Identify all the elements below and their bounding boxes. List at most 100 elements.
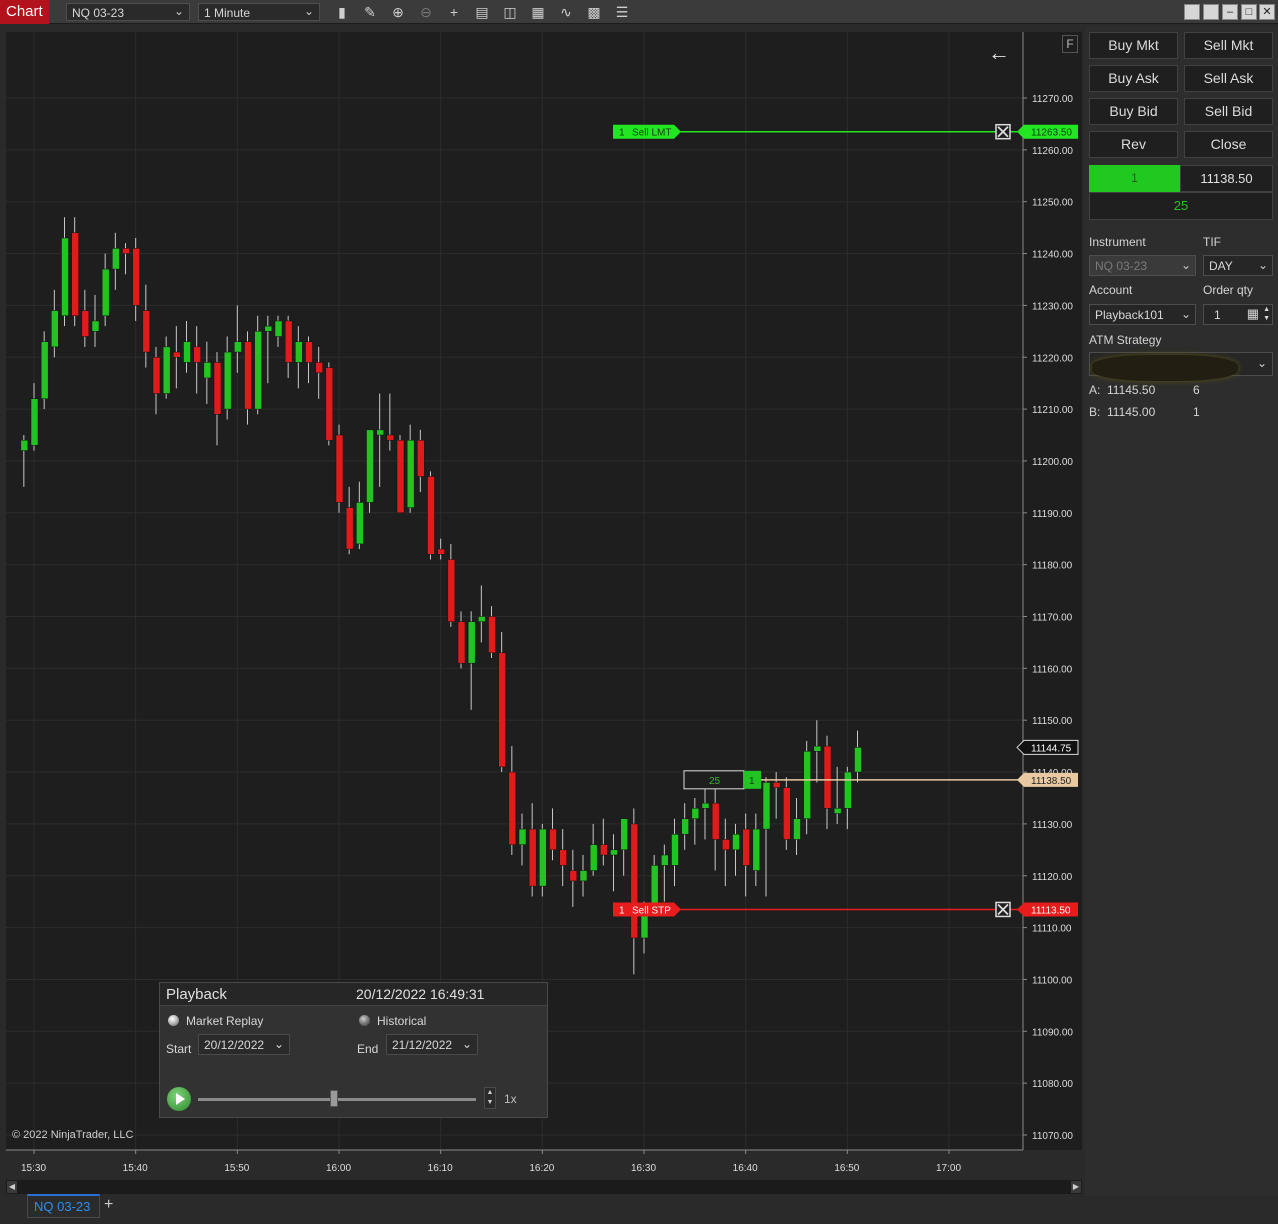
candle-up	[620, 818, 628, 851]
candle-up	[30, 398, 39, 446]
reverse-button[interactable]: Rev	[1089, 131, 1178, 158]
price-tick-label: 11100.00	[1032, 975, 1073, 986]
order-qty-input[interactable]: 1 ▦ ▲ ▼	[1203, 304, 1273, 325]
buy-bid-button[interactable]: Buy Bid	[1089, 98, 1178, 125]
position-pnl: 25	[709, 776, 721, 787]
tab-nq-03-23[interactable]: NQ 03-23	[27, 1194, 100, 1218]
chart-trader-icon[interactable]: ◫	[500, 3, 520, 21]
price-tick-label: 11240.00	[1032, 250, 1073, 261]
buy-mkt-button[interactable]: Buy Mkt	[1089, 32, 1178, 59]
sell-stp-order-price: 11113.50	[1031, 905, 1071, 916]
candle-down	[173, 351, 181, 358]
scroll-left-icon[interactable]: ◀	[7, 1181, 17, 1193]
zoom-in-icon[interactable]: ⊕	[388, 3, 408, 21]
playback-title: Playback	[166, 986, 227, 1003]
account-label: Account	[1089, 283, 1133, 297]
price-tick-label: 11070.00	[1032, 1131, 1073, 1142]
sell-ask-button[interactable]: Sell Ask	[1184, 65, 1273, 92]
price-tick-label: 11080.00	[1032, 1079, 1073, 1090]
minimize-icon[interactable]: –	[1222, 4, 1238, 20]
sell-mkt-button[interactable]: Sell Mkt	[1184, 32, 1273, 59]
candle-down	[508, 771, 517, 845]
candle-up	[264, 325, 273, 332]
zoom-out-icon[interactable]: ⊖	[416, 3, 436, 21]
start-date-value: 20/12/2022	[204, 1038, 265, 1052]
candle-down	[122, 248, 130, 254]
crosshair-icon[interactable]: +	[444, 3, 464, 21]
close-position-button[interactable]: Close	[1184, 131, 1273, 158]
close-icon[interactable]: ✕	[1259, 4, 1275, 20]
buy-ask-button[interactable]: Buy Ask	[1089, 65, 1178, 92]
interval-selector[interactable]: 1 Minute ⌄	[198, 3, 320, 21]
window-option-icon[interactable]	[1184, 4, 1200, 20]
ask-price: 11145.50	[1107, 383, 1156, 397]
tif-select-value: DAY	[1209, 259, 1233, 273]
properties-icon[interactable]: ☰	[612, 3, 632, 21]
chevron-down-icon: ⌄	[1256, 356, 1267, 370]
chart-scrollbar[interactable]	[6, 1180, 1082, 1194]
scroll-right-icon[interactable]: ▶	[1071, 1181, 1081, 1193]
atm-strategy-select[interactable]: ⌄	[1089, 352, 1273, 381]
candle-up	[366, 429, 374, 503]
price-tick-label: 11210.00	[1032, 405, 1073, 416]
candle-up	[793, 818, 801, 840]
candle-up	[813, 745, 822, 752]
templates-icon[interactable]: ▩	[584, 3, 604, 21]
chart-window-tab[interactable]: Chart	[0, 0, 49, 24]
price-tick-label: 11220.00	[1032, 353, 1073, 364]
end-date-picker[interactable]: 21/12/2022 ⌄	[386, 1034, 478, 1055]
chart-trader-toggle-button[interactable]: F	[1062, 35, 1078, 53]
sell-lmt-order-qty: 1	[619, 128, 625, 139]
play-icon[interactable]	[167, 1087, 191, 1111]
account-select[interactable]: Playback101 ⌄	[1089, 304, 1196, 325]
candle-up	[539, 828, 547, 887]
chevron-down-icon: ⌄	[273, 1037, 284, 1051]
historical-label: Historical	[377, 1014, 427, 1028]
market-replay-radio[interactable]	[168, 1015, 179, 1026]
qty-spinner-icon[interactable]: ▲ ▼	[1263, 305, 1270, 323]
price-tick-label: 11170.00	[1032, 613, 1073, 624]
time-tick-label: 16:50	[834, 1163, 859, 1174]
redacted-scribble	[1092, 355, 1238, 381]
draw-pencil-icon[interactable]: ✎	[360, 3, 380, 21]
playback-slider-thumb[interactable]	[330, 1090, 339, 1107]
speed-spinner[interactable]: ▲ ▼	[484, 1087, 496, 1109]
window-option-icon[interactable]	[1203, 4, 1219, 20]
add-tab-button[interactable]: +	[104, 1196, 113, 1214]
candle-down	[345, 507, 354, 550]
candle-up	[478, 616, 486, 622]
bid-size: 1	[1193, 405, 1200, 419]
price-tick-label: 11260.00	[1032, 146, 1073, 157]
playback-speed: 1x	[504, 1092, 517, 1106]
start-label: Start	[166, 1042, 192, 1056]
price-tick-label: 11180.00	[1032, 561, 1073, 572]
sell-stp-order-qty: 1	[619, 905, 625, 916]
indicators-icon[interactable]: ▦	[528, 3, 548, 21]
bar-type-icon[interactable]: ▮	[332, 3, 352, 21]
candle-up	[467, 621, 476, 664]
candle-up	[295, 341, 303, 363]
start-date-picker[interactable]: 20/12/2022 ⌄	[198, 1034, 290, 1055]
chevron-down-icon: ⌄	[1180, 258, 1191, 272]
arrow-left-icon[interactable]: ←	[988, 40, 1010, 66]
price-tick-label: 11200.00	[1032, 457, 1073, 468]
strategies-icon[interactable]: ∿	[556, 3, 576, 21]
time-tick-label: 17:00	[936, 1163, 961, 1174]
tif-select[interactable]: DAY ⌄	[1203, 255, 1273, 276]
maximize-icon[interactable]: □	[1241, 4, 1257, 20]
candle-up	[254, 331, 262, 410]
candle-up	[223, 351, 232, 410]
data-box-icon[interactable]: ▤	[472, 3, 492, 21]
instrument-selector[interactable]: NQ 03-23 ⌄	[66, 3, 190, 21]
sell-bid-button[interactable]: Sell Bid	[1184, 98, 1273, 125]
candle-up	[732, 834, 740, 851]
calculator-icon[interactable]: ▦	[1247, 306, 1259, 322]
candle-down	[152, 357, 161, 394]
candle-up	[681, 818, 689, 835]
candle-up	[701, 802, 710, 809]
candle-down	[335, 434, 344, 503]
candle-up	[162, 346, 171, 394]
historical-radio[interactable]	[359, 1015, 370, 1026]
candle-down	[132, 248, 140, 306]
candle-up	[40, 341, 49, 399]
